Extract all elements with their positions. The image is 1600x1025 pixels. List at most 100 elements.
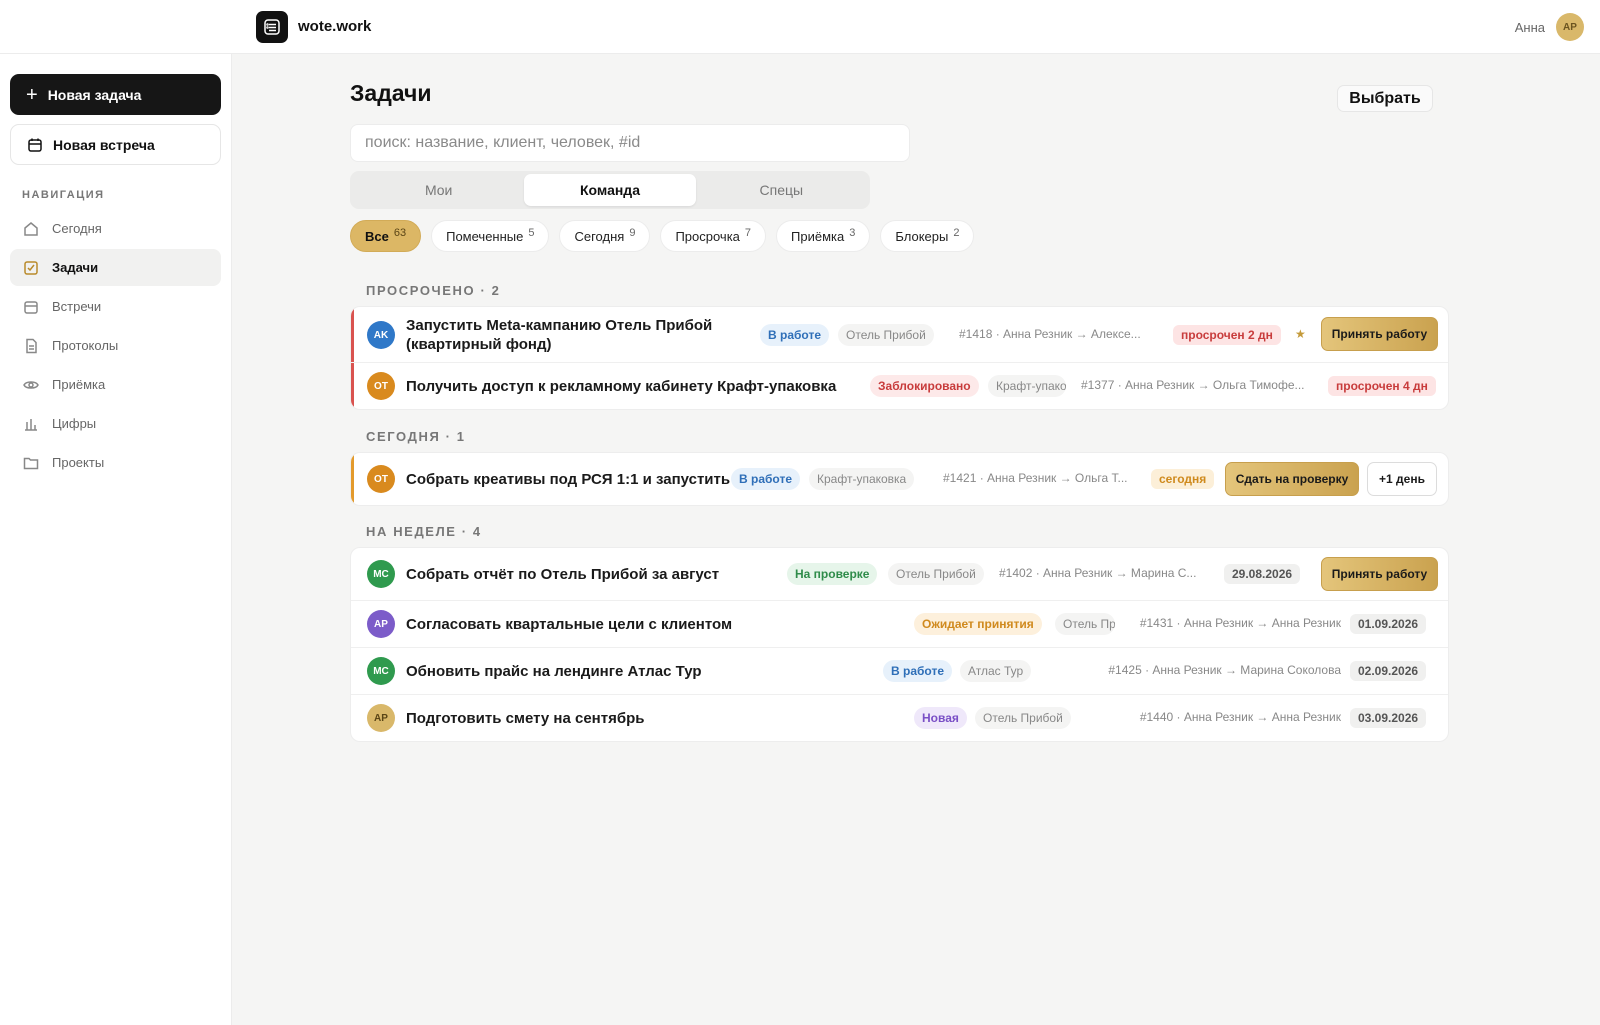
- sidebar-item-projects[interactable]: Проекты: [10, 444, 221, 481]
- nav-section-title: НАВИГАЦИЯ: [22, 189, 105, 201]
- new-meeting-label: Новая встреча: [53, 136, 155, 153]
- due-badge: 03.09.2026: [1350, 708, 1427, 728]
- table-row[interactable]: AK Запустить Meta-кампанию Отель Прибой …: [351, 307, 1448, 363]
- table-row[interactable]: OT Собрать креативы под РСЯ 1:1 и запуст…: [351, 453, 1448, 505]
- filter-chips: Все 63 Помеченные 5 Сегодня 9 Просрочка 7 Пр…: [350, 220, 975, 252]
- sidebar-item-numbers[interactable]: Цифры: [10, 405, 221, 442]
- client-tag[interactable]: Отель Прибой: [1055, 613, 1115, 635]
- page-title: Задачи: [350, 80, 432, 106]
- filter-chip-flagged[interactable]: Помеченные 5: [431, 220, 550, 252]
- client-tag[interactable]: Атлас Тур: [960, 660, 1032, 682]
- sidebar-item-protocols[interactable]: Протоколы: [10, 327, 221, 364]
- table-row[interactable]: AP Согласовать квартальные цели с клиент…: [351, 601, 1448, 648]
- task-title-line: Запустить Meta-кампанию Отель Прибой: [406, 317, 713, 334]
- calendar-icon: [24, 300, 38, 314]
- task-group-overdue: AK Запустить Meta-кампанию Отель Прибой …: [350, 306, 1449, 410]
- client-tag[interactable]: Отель Прибой: [888, 563, 984, 585]
- filter-label: Все: [365, 228, 389, 244]
- sidebar-item-label: Проекты: [52, 455, 105, 470]
- new-meeting-button[interactable]: Новая встреча: [10, 124, 221, 165]
- sidebar-item-label: Встречи: [52, 299, 102, 314]
- due-badge: просрочен 4 дн: [1328, 376, 1436, 396]
- sidebar-item-label: Приёмка: [52, 377, 106, 392]
- sidebar-item-today[interactable]: Сегодня: [10, 210, 221, 247]
- status-badge[interactable]: Новая: [914, 707, 967, 729]
- task-meta: #1425 · Анна Резник → Марина Соколова: [1108, 663, 1341, 677]
- client-tag[interactable]: Крафт-упаковка: [988, 375, 1066, 397]
- bar-chart-icon: [25, 418, 37, 431]
- task-title[interactable]: Обновить прайс на лендинге Атлас Тур: [406, 662, 702, 681]
- task-title-line: (квартирный фонд): [406, 336, 552, 353]
- new-task-label: Новая задача: [47, 86, 142, 103]
- sidebar-item-meetings[interactable]: Встречи: [10, 288, 221, 325]
- status-badge[interactable]: В работе: [883, 660, 952, 682]
- submit-review-button[interactable]: Сдать на проверку: [1225, 462, 1359, 496]
- checkbox-icon: [24, 260, 38, 275]
- search-input[interactable]: [350, 124, 910, 162]
- sidebar-item-acceptance[interactable]: Приёмка: [10, 366, 221, 403]
- sidebar-item-label: Сегодня: [52, 221, 102, 236]
- filter-count: 2: [953, 227, 960, 239]
- sidebar-item-tasks[interactable]: Задачи: [10, 249, 221, 286]
- filter-count: 9: [629, 227, 636, 239]
- document-icon: [26, 338, 37, 353]
- task-title[interactable]: Запустить Meta-кампанию Отель Прибой (кв…: [406, 316, 736, 354]
- app-name: wote.work: [298, 18, 372, 35]
- table-row[interactable]: OT Получить доступ к рекламному кабинету…: [351, 363, 1448, 409]
- due-badge: 01.09.2026: [1350, 614, 1427, 634]
- status-badge[interactable]: На проверке: [787, 563, 878, 585]
- star-icon[interactable]: ★: [1295, 327, 1306, 341]
- table-row[interactable]: AP Подготовить смету на сентябрь Новая О…: [351, 695, 1448, 741]
- task-title[interactable]: Собрать креативы под РСЯ 1:1 и запустить: [406, 470, 730, 489]
- filter-count: 5: [528, 227, 535, 239]
- section-label-week: НА НЕДЕЛЕ · 4: [366, 524, 482, 539]
- scope-tabs: Мои Команда Спецы: [350, 171, 870, 209]
- task-group-today: OT Собрать креативы под РСЯ 1:1 и запуст…: [350, 452, 1449, 506]
- task-title[interactable]: Подготовить смету на сентябрь: [406, 709, 644, 728]
- section-label-today: СЕГОДНЯ · 1: [366, 429, 466, 444]
- due-badge: 29.08.2026: [1224, 564, 1301, 584]
- task-group-week: MC Собрать отчёт по Отель Прибой за авгу…: [350, 547, 1449, 742]
- task-meta: #1402 · Анна Резник → Марина С...: [999, 566, 1197, 580]
- accept-work-button[interactable]: Принять работу: [1321, 317, 1438, 351]
- status-badge[interactable]: Заблокировано: [870, 375, 979, 397]
- tab-mine[interactable]: Мои: [353, 174, 524, 206]
- tab-specialists[interactable]: Спецы: [696, 174, 867, 206]
- avatar: OT: [367, 465, 395, 493]
- sidebar-nav: Сегодня Задачи Встречи Протоколы Приёмка…: [10, 210, 221, 483]
- table-row[interactable]: MC Собрать отчёт по Отель Прибой за авгу…: [351, 548, 1448, 601]
- client-tag[interactable]: Крафт-упаковка: [809, 468, 915, 490]
- filter-chip-today[interactable]: Сегодня 9: [559, 220, 651, 252]
- accept-work-button[interactable]: Принять работу: [1321, 557, 1438, 591]
- task-meta: #1421 · Анна Резник → Ольга Т...: [943, 471, 1128, 485]
- avatar: AP: [367, 610, 395, 638]
- filter-chip-blockers[interactable]: Блокеры 2: [880, 220, 975, 252]
- status-badge[interactable]: В работе: [731, 468, 800, 490]
- filter-chip-acceptance[interactable]: Приёмка 3: [776, 220, 871, 252]
- home-icon: [24, 221, 38, 236]
- app-logo-icon[interactable]: [256, 11, 288, 43]
- new-task-button[interactable]: + Новая задача: [10, 74, 221, 115]
- avatar[interactable]: AP: [1556, 13, 1584, 41]
- tab-team[interactable]: Команда: [524, 174, 696, 206]
- status-badge[interactable]: Ожидает принятия: [914, 613, 1042, 635]
- filter-label: Помеченные: [446, 228, 524, 244]
- filter-chip-all[interactable]: Все 63: [350, 220, 422, 252]
- table-row[interactable]: MC Обновить прайс на лендинге Атлас Тур …: [351, 648, 1448, 695]
- filter-count: 63: [393, 227, 407, 239]
- task-meta: #1440 · Анна Резник → Анна Резник: [1139, 710, 1341, 724]
- task-title[interactable]: Получить доступ к рекламному кабинету Кр…: [406, 377, 836, 396]
- status-badge[interactable]: В работе: [760, 324, 829, 346]
- task-title[interactable]: Согласовать квартальные цели с клиентом: [406, 615, 732, 634]
- filter-count: 7: [744, 227, 752, 239]
- client-tag[interactable]: Отель Прибой: [975, 707, 1071, 729]
- task-title[interactable]: Собрать отчёт по Отель Прибой за август: [406, 565, 719, 584]
- sidebar-item-label: Цифры: [52, 416, 97, 431]
- select-button[interactable]: Выбрать: [1337, 85, 1433, 112]
- filter-chip-overdue[interactable]: Просрочка 7: [660, 220, 767, 252]
- user-name[interactable]: Анна: [1515, 20, 1545, 35]
- client-tag[interactable]: Отель Прибой: [838, 324, 934, 346]
- filter-label: Просрочка: [675, 228, 740, 244]
- postpone-day-button[interactable]: +1 день: [1367, 462, 1437, 496]
- calendar-icon: [28, 138, 42, 152]
